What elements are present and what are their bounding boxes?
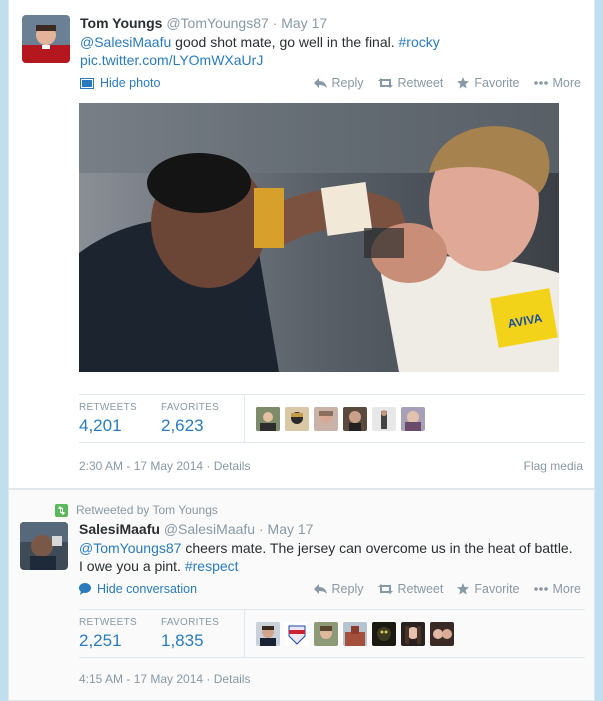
- avatar[interactable]: [401, 407, 425, 431]
- avatar[interactable]: [285, 407, 309, 431]
- retweets-label: RETWEETS: [79, 402, 137, 413]
- timestamp-text[interactable]: 4:15 AM - 17 May 2014: [79, 672, 203, 686]
- retweet-button[interactable]: Retweet: [377, 76, 444, 90]
- tweet-date[interactable]: May 17: [281, 15, 327, 31]
- favorite-label: Favorite: [474, 76, 520, 90]
- avatar[interactable]: [285, 622, 309, 646]
- tweet-body-line1: cheers mate. The jersey can overcome us …: [181, 540, 573, 556]
- reply-label: Reply: [331, 76, 364, 90]
- stats-divider: [244, 395, 245, 443]
- hide-conversation-label: Hide conversation: [97, 582, 198, 596]
- more-button[interactable]: More: [533, 76, 581, 90]
- tweet-timestamp: 2:30 AM - 17 May 2014 · Details: [79, 459, 251, 473]
- favorite-stat[interactable]: FAVORITES 2,623: [161, 402, 219, 436]
- fullname[interactable]: SalesiMaafu: [79, 521, 160, 537]
- mention-link[interactable]: @TomYoungs87: [79, 540, 181, 556]
- favorites-label: FAVORITES: [161, 402, 220, 413]
- tweet-actions: Reply Retweet Favorite More: [300, 76, 581, 90]
- avatar[interactable]: [430, 622, 454, 646]
- retweet-context: Retweeted by Tom Youngs: [55, 503, 218, 517]
- tweet-stats: RETWEETS 4,201 FAVORITES 2,623: [79, 394, 585, 443]
- favorite-label: Favorite: [474, 582, 520, 596]
- reply-label: Reply: [331, 582, 364, 596]
- retweet-stat[interactable]: RETWEETS 2,251: [79, 617, 137, 651]
- pic-link[interactable]: pic.twitter.com/LYOmWXaUrJ: [80, 52, 263, 68]
- avatar[interactable]: [20, 522, 68, 570]
- star-icon: [457, 77, 470, 89]
- stats-divider: [244, 610, 245, 658]
- tweet-actions: Reply Retweet Favorite More: [300, 582, 581, 596]
- details-link[interactable]: Details: [214, 459, 251, 473]
- tweet-expanded-1: Tom Youngs @TomYoungs87 · May 17 @Salesi…: [8, 0, 595, 489]
- hide-photo-label: Hide photo: [100, 76, 161, 90]
- more-label: More: [552, 582, 581, 596]
- tweet-stats: RETWEETS 2,251 FAVORITES 1,835: [79, 609, 585, 658]
- more-button[interactable]: More: [533, 582, 581, 596]
- retweets-count: 2,251: [79, 631, 122, 650]
- avatar[interactable]: [401, 622, 425, 646]
- retweets-count: 4,201: [79, 416, 122, 435]
- retweets-label: RETWEETS: [79, 617, 137, 628]
- username[interactable]: @SalesiMaafu: [164, 521, 255, 537]
- retweet-badge-icon: [55, 503, 68, 517]
- avatar[interactable]: [314, 407, 338, 431]
- tweet-photo[interactable]: AVIVA: [79, 103, 559, 372]
- favorites-label: FAVORITES: [161, 617, 220, 628]
- avatar[interactable]: [372, 622, 396, 646]
- tweet-date[interactable]: May 17: [268, 521, 314, 537]
- reply-icon: [313, 78, 327, 88]
- retweet-label: Retweet: [397, 582, 444, 596]
- hashtag-link[interactable]: #rocky: [399, 34, 440, 50]
- favorite-stat[interactable]: FAVORITES 1,835: [161, 617, 219, 651]
- more-label: More: [552, 76, 581, 90]
- avatar[interactable]: [372, 407, 396, 431]
- avatar[interactable]: [343, 622, 367, 646]
- tweet-body: good shot mate, go well in the final.: [171, 34, 399, 50]
- star-icon: [457, 583, 470, 595]
- hashtag-link[interactable]: #respect: [185, 558, 239, 574]
- flag-media-link[interactable]: Flag media: [524, 459, 583, 473]
- hide-conversation-button[interactable]: Hide conversation: [79, 582, 197, 596]
- reply-button[interactable]: Reply: [313, 76, 364, 90]
- more-dots-icon: [533, 81, 548, 85]
- details-link[interactable]: Details: [214, 672, 251, 686]
- tweet-body-line2: I owe you a pint.: [79, 558, 185, 574]
- tweet-text: @TomYoungs87 cheers mate. The jersey can…: [79, 539, 591, 575]
- retweeted-by-text[interactable]: Retweeted by Tom Youngs: [76, 503, 218, 517]
- favorite-button[interactable]: Favorite: [457, 76, 520, 90]
- tweet-expanded-2: Retweeted by Tom Youngs SalesiMaafu @Sal…: [8, 489, 595, 701]
- avatar[interactable]: [256, 622, 280, 646]
- conversation-icon: [79, 583, 91, 595]
- retweet-stat[interactable]: RETWEETS 4,201: [79, 402, 137, 436]
- username[interactable]: @TomYoungs87: [166, 15, 268, 31]
- favorites-count: 1,835: [161, 631, 204, 650]
- retweet-icon: [377, 584, 393, 594]
- favorite-button[interactable]: Favorite: [457, 582, 520, 596]
- hide-photo-button[interactable]: Hide photo: [80, 76, 160, 90]
- retweet-label: Retweet: [397, 76, 444, 90]
- reply-icon: [313, 584, 327, 594]
- retweet-icon: [377, 78, 393, 88]
- flag-media-label: Flag media: [523, 459, 583, 473]
- more-dots-icon: [533, 587, 548, 591]
- tweet-header: Tom Youngs @TomYoungs87 · May 17: [80, 15, 328, 31]
- favoriter-avatars: [256, 407, 430, 431]
- favoriter-avatars: [256, 622, 459, 646]
- avatar[interactable]: [22, 15, 70, 63]
- retweet-button[interactable]: Retweet: [377, 582, 444, 596]
- avatar[interactable]: [314, 622, 338, 646]
- tweet-header: SalesiMaafu @SalesiMaafu · May 17: [79, 521, 314, 537]
- mention-link[interactable]: @SalesiMaafu: [80, 34, 171, 50]
- favorites-count: 2,623: [161, 416, 204, 435]
- timestamp-text[interactable]: 2:30 AM - 17 May 2014: [79, 459, 203, 473]
- avatar[interactable]: [256, 407, 280, 431]
- fullname[interactable]: Tom Youngs: [80, 15, 162, 31]
- tweet-timestamp: 4:15 AM - 17 May 2014 · Details: [79, 672, 251, 686]
- avatar[interactable]: [343, 407, 367, 431]
- tweet-text: @SalesiMaafu good shot mate, go well in …: [80, 33, 580, 69]
- photo-icon: [80, 77, 94, 89]
- reply-button[interactable]: Reply: [313, 582, 364, 596]
